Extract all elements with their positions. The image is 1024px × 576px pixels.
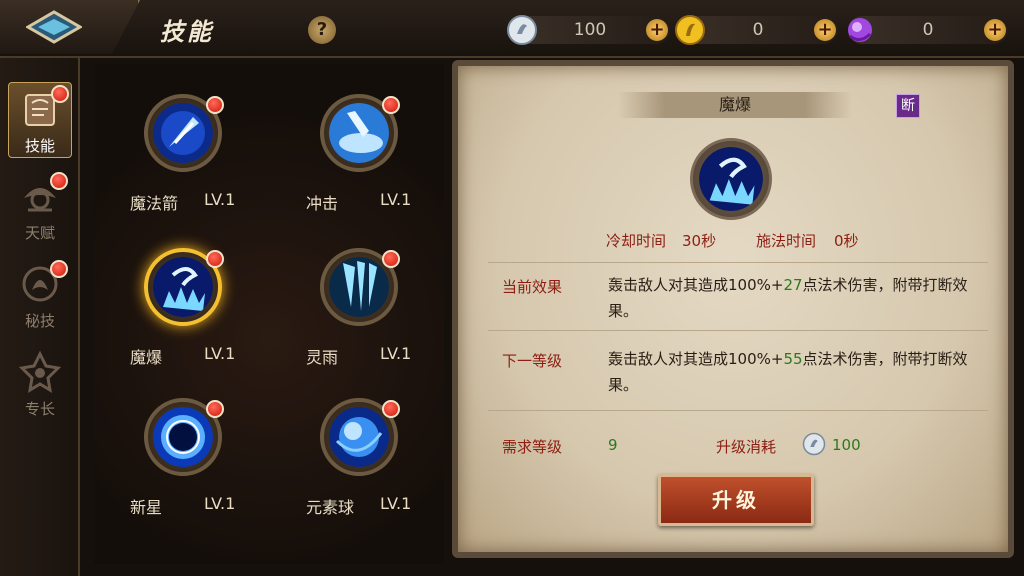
add-gem-button[interactable]: + [984,19,1006,41]
cast-time-label: 施法时间 [756,232,817,250]
interrupt-tag: 断 [896,94,920,118]
tab-skills[interactable]: 技能 [8,82,72,158]
required-level-value: 9 [608,436,618,454]
skill-name: 灵雨 [306,348,339,367]
required-level-label: 需求等级 [502,438,563,456]
gold-value: 0 [752,20,764,40]
skill-name: 魔法箭 [130,194,179,213]
effect-text-part: 轰击敌人对其造成100%+ [608,350,784,368]
skill-name: 冲击 [306,194,339,213]
tab-talent[interactable]: 天赋 [8,170,72,246]
skill-level: LV.1 [380,344,412,363]
add-silver-button[interactable]: + [646,19,668,41]
element-orb-icon [329,407,389,467]
skill-name: 元素球 [306,498,355,517]
skill-nova[interactable]: 新星 LV.1 [100,398,260,528]
skill-element-orb[interactable]: 元素球 LV.1 [276,398,436,528]
skill-magic-arrow[interactable]: 魔法箭 LV.1 [100,94,260,224]
skill-spirit-rain[interactable]: 灵雨 LV.1 [276,248,436,378]
magic-arrow-icon [153,103,213,163]
notification-dot [206,96,224,114]
skill-level: LV.1 [380,190,412,209]
effect-bonus-value: 27 [783,276,803,294]
gem-currency: 0 + [848,16,1008,44]
next-level-label: 下一等级 [502,352,563,370]
cooldown-label: 冷却时间 [606,232,667,250]
back-arrow-icon [26,10,82,44]
gold-currency: 0 + [675,15,838,45]
skill-impact[interactable]: 冲击 LV.1 [276,94,436,224]
skill-name: 魔爆 [130,348,163,367]
notification-dot [51,85,69,103]
notification-dot [50,172,68,190]
notification-dot [206,400,224,418]
skill-level: LV.1 [380,494,412,513]
add-gold-button[interactable]: + [814,19,836,41]
tab-skills-label: 技能 [24,137,55,155]
spirit-rain-icon [329,257,389,317]
help-button[interactable]: ? [308,16,336,44]
current-effect-label: 当前效果 [502,278,563,296]
back-button[interactable] [0,0,140,54]
skill-level: LV.1 [204,190,236,209]
tab-talent-label: 天赋 [24,224,55,242]
cast-time-value: 0秒 [834,232,859,250]
notification-dot [382,400,400,418]
silver-coin-icon [802,432,826,456]
skill-name: 新星 [130,498,163,517]
current-effect-text: 轰击敌人对其造成100%+27点法术伤害，附带打断效果。 [608,272,988,324]
effect-text-part: 轰击敌人对其造成100%+ [608,276,784,294]
tab-secret[interactable]: 秘技 [8,258,72,334]
detail-skill-name: 魔爆 [618,92,852,118]
purple-gem-icon [848,18,872,42]
nova-icon [153,407,213,467]
divider [488,262,988,263]
divider [488,330,988,331]
gold-coin-icon [675,15,705,45]
skill-magic-burst[interactable]: 魔爆 LV.1 [100,248,260,378]
skill-level: LV.1 [204,494,236,513]
top-bar: 技能 ? 100 + 0 + 0 + [0,0,1024,58]
divider [488,410,988,411]
upgrade-button[interactable]: 升级 [658,474,814,526]
skill-detail-panel: 魔爆 断 冷却时间 30秒 施法时间 0秒 当前效果 轰击敌人对其造成100%+… [452,60,1014,558]
tab-specialty[interactable]: 专长 [8,346,72,422]
tab-specialty-label: 专长 [24,400,55,418]
specialty-icon [18,350,62,393]
magic-burst-icon [699,147,763,211]
detail-skill-frame [690,138,772,220]
next-level-text: 轰击敌人对其造成100%+55点法术伤害，附带打断效果。 [608,346,988,398]
notification-dot [382,250,400,268]
page-title: 技能 [160,18,214,46]
side-tabs: 技能 天赋 秘技 专长 [0,58,80,576]
gem-value: 0 [922,20,934,40]
cooldown-value: 30秒 [682,232,717,250]
skill-level: LV.1 [204,344,236,363]
silver-coin-icon [507,15,537,45]
impact-icon [329,103,389,163]
effect-bonus-value: 55 [783,350,803,368]
upgrade-cost-value: 100 [832,436,861,454]
silver-value: 100 [573,20,607,40]
tab-secret-label: 秘技 [24,312,55,330]
notification-dot [50,260,68,278]
notification-dot [382,96,400,114]
notification-dot [206,250,224,268]
skill-grid: 魔法箭 LV.1 冲击 LV.1 魔爆 LV.1 灵雨 LV.1 新星 LV.1… [94,64,444,564]
magic-burst-icon [153,257,213,317]
silver-currency: 100 + [507,15,670,45]
upgrade-cost-label: 升级消耗 [716,438,777,456]
